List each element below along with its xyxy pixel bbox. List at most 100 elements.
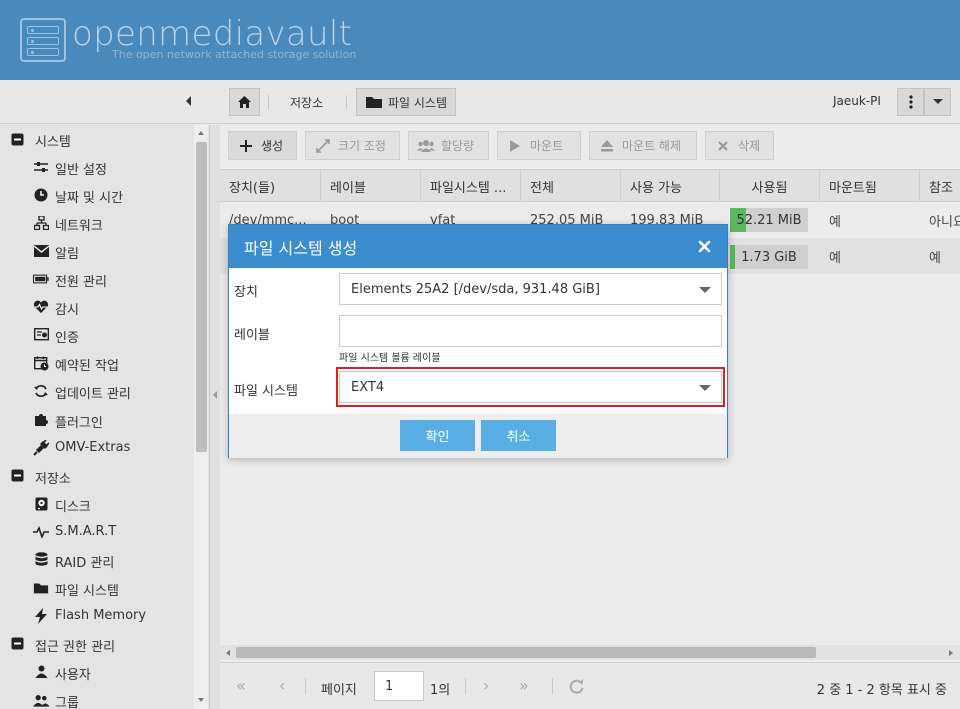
sidebar-item[interactable]: 예약된 작업	[0, 349, 192, 377]
usage-bar-label: 1.73 GiB	[741, 249, 797, 265]
vertical-dots-icon	[908, 95, 913, 109]
sidebar-section[interactable]: 시스템	[0, 125, 192, 153]
column-header-available[interactable]: 사용 가능	[621, 170, 720, 203]
sidebar-item-label: 인증	[55, 331, 79, 347]
sliders-icon	[33, 159, 49, 175]
sidebar-item[interactable]: Flash Memory	[0, 602, 192, 630]
volume-label-label: 레이블	[234, 328, 270, 343]
volume-label-hint: 파일 시스템 볼륨 레이블	[339, 353, 441, 364]
ok-button[interactable]: 확인	[400, 420, 475, 451]
resize-button[interactable]: 크기 조정	[305, 131, 400, 160]
envelope-icon	[33, 243, 49, 259]
scroll-left-icon[interactable]	[224, 649, 232, 657]
sidebar-item-label: 시스템	[35, 135, 71, 150]
volume-label-input[interactable]	[339, 315, 722, 347]
cancel-button[interactable]: 취소	[481, 420, 556, 451]
delete-button[interactable]: 삭제	[705, 131, 774, 160]
minus-square-icon	[9, 636, 25, 652]
sidebar-item-label: 파일 시스템	[55, 583, 119, 599]
sidebar-item[interactable]: 감시	[0, 293, 192, 321]
sidebar-item[interactable]: 네트워크	[0, 209, 192, 237]
expand-icon	[316, 138, 330, 153]
column-header-referenced[interactable]: 참조	[920, 170, 960, 203]
page-number-input[interactable]: 1	[374, 671, 424, 701]
first-page-icon[interactable]: «	[236, 676, 246, 695]
highlight-box	[336, 367, 725, 407]
logo-subtitle: The open network attached storage soluti…	[112, 48, 357, 61]
quota-button-label: 할당량	[441, 139, 475, 153]
sidebar-item[interactable]: 그룹	[0, 686, 192, 709]
breadcrumb-storage[interactable]: 저장소	[290, 88, 323, 116]
close-icon[interactable]	[695, 237, 713, 255]
splitter-arrow-icon[interactable]	[212, 389, 218, 401]
sidebar-item[interactable]: 플러그인	[0, 406, 192, 434]
column-header-mounted[interactable]: 마운트됨	[820, 170, 920, 203]
times-icon	[718, 140, 728, 151]
sidebar-item-label: 사용자	[55, 667, 91, 683]
mount-button-label: 마운트	[530, 139, 564, 153]
scroll-up-icon[interactable]	[196, 129, 206, 137]
home-icon	[238, 96, 251, 108]
sidebar-item-label: 일반 설정	[55, 163, 107, 179]
sidebar-item[interactable]: 업데이트 관리	[0, 377, 192, 405]
network-icon	[33, 215, 49, 231]
mount-button[interactable]: 마운트	[497, 131, 581, 160]
usage-bar-fill	[730, 245, 735, 269]
refresh-icon[interactable]	[569, 679, 585, 694]
scroll-down-icon[interactable]	[196, 696, 206, 704]
column-header-device[interactable]: 장치(들)	[220, 170, 321, 203]
quota-button[interactable]: 할당량	[408, 131, 489, 160]
sidebar-item-label: 알림	[55, 247, 79, 263]
sidebar-item-label: Flash Memory	[55, 607, 147, 623]
unmount-button[interactable]: 마운트 해제	[589, 131, 697, 160]
sidebar-item[interactable]: 디스크	[0, 490, 192, 518]
grid-scroll-thumb[interactable]	[236, 647, 816, 658]
pagination-status: 2 중 1 - 2 항목 표시 중	[816, 683, 947, 698]
logo-icon	[20, 18, 66, 62]
home-button[interactable]	[229, 88, 260, 116]
sidebar-item[interactable]: 날짜 및 시간	[0, 181, 192, 209]
battery-icon	[33, 271, 49, 287]
device-select[interactable]: Elements 25A2 [/dev/sda, 931.48 GiB]	[339, 273, 722, 305]
sidebar-item-label: 업데이트 관리	[55, 387, 131, 403]
create-button-label: 생성	[261, 139, 284, 153]
panel-splitter[interactable]	[210, 125, 220, 709]
dialog-title-bar[interactable]: 파일 시스템 생성	[229, 225, 727, 268]
column-header-fstype[interactable]: 파일시스템 ...	[421, 170, 521, 203]
next-page-icon[interactable]: ›	[483, 676, 489, 695]
sidebar-item-label: 예약된 작업	[55, 359, 119, 375]
delete-button-label: 삭제	[738, 139, 761, 153]
user-icon	[33, 664, 49, 680]
pulse-icon	[33, 524, 49, 540]
page-label: 페이지	[321, 683, 357, 698]
column-header-label[interactable]: 레이블	[321, 170, 421, 203]
sidebar-item[interactable]: S.M.A.R.T	[0, 518, 192, 546]
prev-page-icon[interactable]: ‹	[279, 676, 285, 695]
last-page-icon[interactable]: »	[519, 676, 529, 695]
sidebar-item[interactable]: 인증	[0, 321, 192, 349]
breadcrumb-filesystem-label: 파일 시스템	[388, 95, 448, 110]
column-header-total[interactable]: 전체	[521, 170, 621, 203]
sidebar-item[interactable]: 일반 설정	[0, 153, 192, 181]
device-select-value: Elements 25A2 [/dev/sda, 931.48 GiB]	[351, 281, 600, 297]
column-header-used[interactable]: 사용됨	[720, 170, 820, 203]
sidebar-item[interactable]: 전원 관리	[0, 265, 192, 293]
puzzle-icon	[33, 412, 49, 428]
breadcrumb-filesystem[interactable]: 파일 시스템	[356, 88, 457, 116]
sidebar-item[interactable]: OMV-Extras	[0, 434, 192, 462]
sidebar-scroll-thumb[interactable]	[196, 142, 207, 452]
sidebar-section[interactable]: 저장소	[0, 462, 192, 490]
user-dropdown-button[interactable]	[924, 88, 951, 116]
sidebar-item[interactable]: 알림	[0, 237, 192, 265]
sidebar-section[interactable]: 접근 권한 관리	[0, 630, 192, 658]
eject-icon	[601, 139, 613, 151]
sidebar: 시스템일반 설정날짜 및 시간 네트워크알림전원 관리 감시인증예약된 작업업데이트…	[0, 125, 210, 709]
sidebar-item[interactable]: RAID 관리	[0, 546, 192, 574]
collapse-sidebar-icon[interactable]	[183, 94, 195, 108]
heartbeat-icon	[33, 299, 49, 315]
scroll-right-icon[interactable]	[947, 649, 955, 657]
more-menu-button[interactable]	[897, 88, 924, 116]
create-button[interactable]: 생성	[228, 131, 297, 160]
sidebar-item[interactable]: 사용자	[0, 658, 192, 686]
sidebar-item[interactable]: 파일 시스템	[0, 574, 192, 602]
